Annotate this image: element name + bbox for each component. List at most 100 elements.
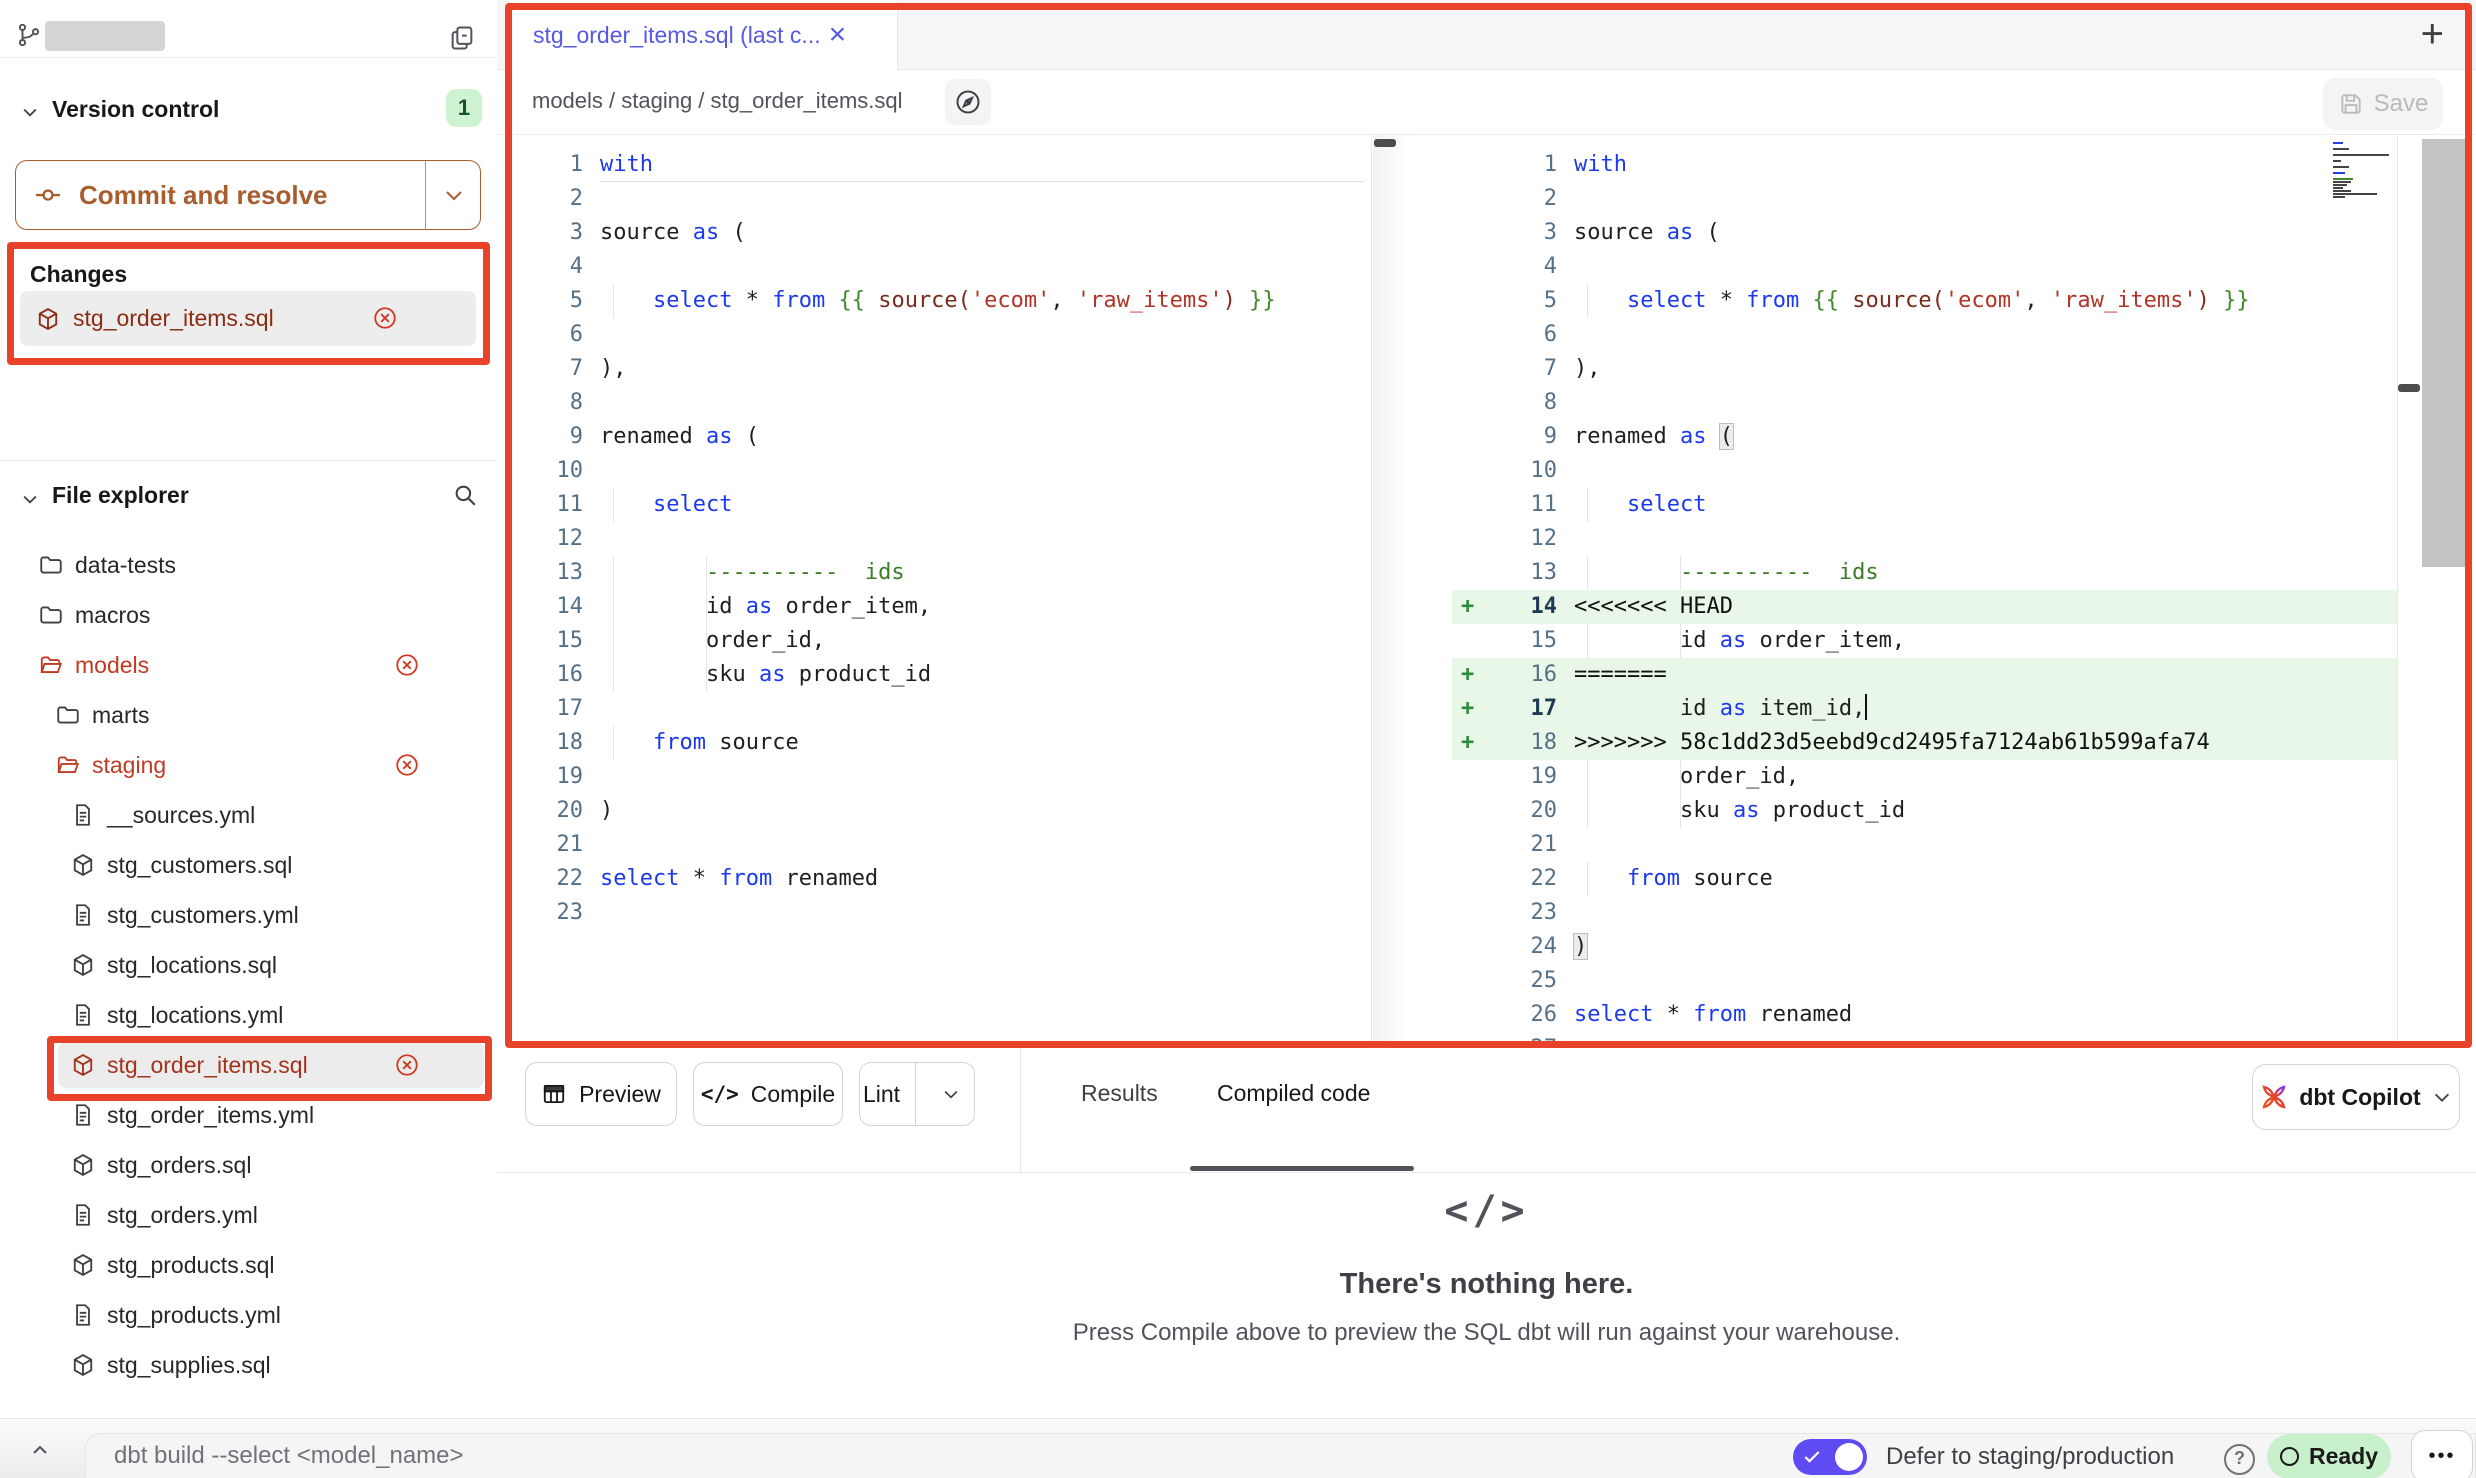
code-line-22[interactable]: 22select * from renamed bbox=[497, 862, 1371, 896]
help-icon[interactable]: ? bbox=[2224, 1444, 2255, 1475]
code-line-6[interactable]: 6 bbox=[497, 318, 1371, 352]
lint-button[interactable]: Lint bbox=[859, 1062, 975, 1126]
code-line-16[interactable]: 16 sku as product_id bbox=[497, 658, 1371, 692]
file-explorer-item-data-tests[interactable]: data-tests bbox=[0, 540, 497, 590]
discard-change-icon[interactable] bbox=[394, 652, 420, 678]
code-line-9[interactable]: 9renamed as ( bbox=[497, 420, 1371, 454]
left-pane-scrollbar-thumb[interactable] bbox=[1374, 139, 1396, 147]
code-line-10[interactable]: 10 bbox=[497, 454, 1371, 488]
code-line-11[interactable]: 11 select bbox=[497, 488, 1371, 522]
code-line-10[interactable]: 10 bbox=[1452, 454, 2397, 488]
file-explorer-item-marts[interactable]: marts bbox=[0, 690, 497, 740]
expand-command-bar-chevron-icon[interactable] bbox=[28, 1439, 52, 1463]
editor-scrollbar[interactable] bbox=[2422, 139, 2468, 567]
file-explorer-item-stg_order_items.sql[interactable]: stg_order_items.sql bbox=[0, 1040, 497, 1090]
preview-button[interactable]: Preview bbox=[525, 1062, 677, 1126]
file-explorer-item-stg_supplies.sql[interactable]: stg_supplies.sql bbox=[0, 1340, 497, 1390]
right-pane-scrollbar-thumb[interactable] bbox=[2398, 384, 2420, 392]
code-line-4[interactable]: 4 bbox=[1452, 250, 2397, 284]
code-line-6[interactable]: 6 bbox=[1452, 318, 2397, 352]
command-input-text[interactable]: dbt build --select <model_name> bbox=[114, 1442, 464, 1470]
save-button[interactable]: Save bbox=[2323, 78, 2443, 130]
code-line-21[interactable]: 21 bbox=[1452, 828, 2397, 862]
code-line-25[interactable]: 25 bbox=[1452, 964, 2397, 998]
code-line-27[interactable]: 27 bbox=[1452, 1032, 2397, 1048]
code-line-17[interactable]: +17 id as item_id, bbox=[1452, 692, 2397, 726]
discard-change-icon[interactable] bbox=[394, 752, 420, 778]
commit-dropdown-chevron-icon[interactable] bbox=[442, 183, 466, 207]
version-control-chevron-icon[interactable] bbox=[20, 102, 40, 122]
file-explorer-item-stg_orders.yml[interactable]: stg_orders.yml bbox=[0, 1190, 497, 1240]
code-line-12[interactable]: 12 bbox=[1452, 522, 2397, 556]
discard-change-icon[interactable] bbox=[394, 1052, 420, 1078]
code-line-13[interactable]: 13 ---------- ids bbox=[1452, 556, 2397, 590]
code-line-12[interactable]: 12 bbox=[497, 522, 1371, 556]
tab-close-icon[interactable]: × bbox=[829, 20, 847, 50]
code-line-3[interactable]: 3source as ( bbox=[497, 216, 1371, 250]
code-line-9[interactable]: 9renamed as ( bbox=[1452, 420, 2397, 454]
code-line-23[interactable]: 23 bbox=[497, 896, 1371, 930]
tab-stg-order-items[interactable]: stg_order_items.sql (last c... × bbox=[508, 0, 898, 70]
code-line-14[interactable]: +14<<<<<<< HEAD bbox=[1452, 590, 2397, 624]
code-line-24[interactable]: 24) bbox=[1452, 930, 2397, 964]
file-explorer-item-stg_locations.yml[interactable]: stg_locations.yml bbox=[0, 990, 497, 1040]
file-explorer-item-models[interactable]: models bbox=[0, 640, 497, 690]
file-explorer-chevron-icon[interactable] bbox=[20, 489, 40, 509]
code-line-18[interactable]: 18 from source bbox=[497, 726, 1371, 760]
code-line-5[interactable]: 5 select * from {{ source('ecom', 'raw_i… bbox=[1452, 284, 2397, 318]
minimap[interactable] bbox=[2333, 142, 2395, 198]
code-line-22[interactable]: 22 from source bbox=[1452, 862, 2397, 896]
lineage-compass-icon[interactable] bbox=[945, 79, 991, 125]
compile-button[interactable]: </> Compile bbox=[693, 1062, 843, 1126]
search-icon[interactable] bbox=[452, 482, 478, 508]
file-explorer-item-stg_order_items.yml[interactable]: stg_order_items.yml bbox=[0, 1090, 497, 1140]
code-line-15[interactable]: 15 id as order_item, bbox=[1452, 624, 2397, 658]
new-tab-button[interactable]: + bbox=[2421, 14, 2444, 54]
file-explorer-item-stg_products.yml[interactable]: stg_products.yml bbox=[0, 1290, 497, 1340]
code-line-11[interactable]: 11 select bbox=[1452, 488, 2397, 522]
diff-right-pane[interactable]: 1with 2 3source as ( 4 5 select * from {… bbox=[1452, 135, 2398, 1048]
code-line-23[interactable]: 23 bbox=[1452, 896, 2397, 930]
code-line-14[interactable]: 14 id as order_item, bbox=[497, 590, 1371, 624]
file-explorer-item-macros[interactable]: macros bbox=[0, 590, 497, 640]
code-line-26[interactable]: 26select * from renamed bbox=[1452, 998, 2397, 1032]
code-line-19[interactable]: 19 order_id, bbox=[1452, 760, 2397, 794]
changed-file-row[interactable]: stg_order_items.sql bbox=[20, 291, 476, 346]
git-branch-icon[interactable] bbox=[16, 22, 42, 48]
diff-left-pane[interactable]: 1with23source as (45 select * from {{ so… bbox=[497, 135, 1372, 1048]
file-explorer-item-stg_products.sql[interactable]: stg_products.sql bbox=[0, 1240, 497, 1290]
code-line-2[interactable]: 2 bbox=[1452, 182, 2397, 216]
code-line-7[interactable]: 7), bbox=[497, 352, 1371, 386]
defer-toggle[interactable] bbox=[1793, 1439, 1867, 1475]
code-line-15[interactable]: 15 order_id, bbox=[497, 624, 1371, 658]
tab-compiled-code[interactable]: Compiled code bbox=[1217, 1080, 1370, 1107]
code-line-13[interactable]: 13 ---------- ids bbox=[497, 556, 1371, 590]
tab-results[interactable]: Results bbox=[1081, 1080, 1158, 1107]
code-line-3[interactable]: 3source as ( bbox=[1452, 216, 2397, 250]
discard-change-icon[interactable] bbox=[372, 305, 398, 331]
code-line-7[interactable]: 7), bbox=[1452, 352, 2397, 386]
copy-files-icon[interactable] bbox=[448, 24, 476, 52]
branch-name-redacted[interactable] bbox=[45, 21, 165, 51]
code-line-20[interactable]: 20 sku as product_id bbox=[1452, 794, 2397, 828]
more-options-button[interactable]: ••• bbox=[2411, 1430, 2473, 1478]
code-line-4[interactable]: 4 bbox=[497, 250, 1371, 284]
code-line-20[interactable]: 20) bbox=[497, 794, 1371, 828]
status-ready-badge[interactable]: Ready bbox=[2267, 1434, 2391, 1478]
code-line-19[interactable]: 19 bbox=[497, 760, 1371, 794]
file-explorer-item-stg_locations.sql[interactable]: stg_locations.sql bbox=[0, 940, 497, 990]
code-line-1[interactable]: 1with bbox=[497, 148, 1371, 182]
code-line-21[interactable]: 21 bbox=[497, 828, 1371, 862]
code-line-16[interactable]: +16======= bbox=[1452, 658, 2397, 692]
file-explorer-item-__sources.yml[interactable]: __sources.yml bbox=[0, 790, 497, 840]
code-line-17[interactable]: 17 bbox=[497, 692, 1371, 726]
lint-dropdown-chevron-icon[interactable] bbox=[928, 1084, 974, 1104]
code-line-5[interactable]: 5 select * from {{ source('ecom', 'raw_i… bbox=[497, 284, 1371, 318]
code-line-8[interactable]: 8 bbox=[1452, 386, 2397, 420]
code-line-8[interactable]: 8 bbox=[497, 386, 1371, 420]
commit-and-resolve-button[interactable]: Commit and resolve bbox=[15, 160, 481, 230]
file-explorer-item-stg_customers.sql[interactable]: stg_customers.sql bbox=[0, 840, 497, 890]
file-explorer-item-staging[interactable]: staging bbox=[0, 740, 497, 790]
code-line-2[interactable]: 2 bbox=[497, 182, 1371, 216]
command-bar[interactable]: dbt build --select <model_name> Defer to… bbox=[85, 1433, 2476, 1478]
